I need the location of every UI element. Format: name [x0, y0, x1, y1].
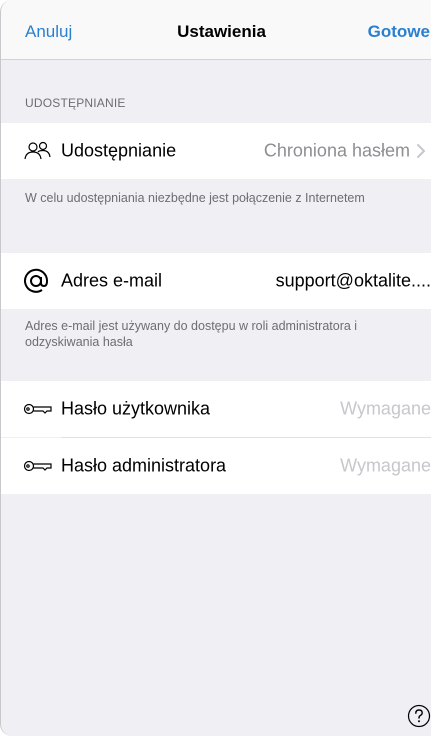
sharing-label: Udostępnianie [61, 140, 177, 161]
admin-password-label: Hasło administratora [61, 455, 227, 476]
at-icon [23, 268, 53, 294]
help-icon[interactable] [407, 704, 431, 728]
sharing-row[interactable]: Udostępnianie Chroniona hasłem [1, 123, 431, 179]
key-icon [23, 453, 53, 479]
navigation-bar: Anuluj Ustawienia Gotowe [1, 0, 431, 60]
email-label: Adres e-mail [61, 270, 163, 291]
key-icon [23, 396, 53, 422]
done-button[interactable]: Gotowe [368, 22, 430, 42]
user-password-row[interactable]: Hasło użytkownika Wymagane [1, 381, 431, 437]
sharing-section-header: UDOSTĘPNIANIE [25, 96, 126, 110]
user-password-value[interactable]: Wymagane [340, 399, 431, 420]
users-icon [23, 138, 53, 164]
email-value[interactable]: support@oktalite.... [276, 271, 431, 292]
settings-screen: Anuluj Ustawienia Gotowe UDOSTĘPNIANIE U… [0, 0, 431, 736]
chevron-right-icon [414, 142, 428, 160]
sharing-value: Chroniona hasłem [263, 140, 410, 161]
user-password-label: Hasło użytkownika [61, 398, 211, 419]
admin-password-row[interactable]: Hasło administratora Wymagane [1, 438, 431, 494]
email-row[interactable]: Adres e-mail support@oktalite.... [1, 253, 431, 309]
email-footer-note: Adres e-mail jest używany do dostępu w r… [25, 319, 358, 349]
admin-password-value[interactable]: Wymagane [340, 456, 431, 477]
sharing-footer-note: W celu udostępniania niezbędne jest połą… [25, 191, 365, 205]
page-title: Ustawienia [177, 22, 266, 41]
